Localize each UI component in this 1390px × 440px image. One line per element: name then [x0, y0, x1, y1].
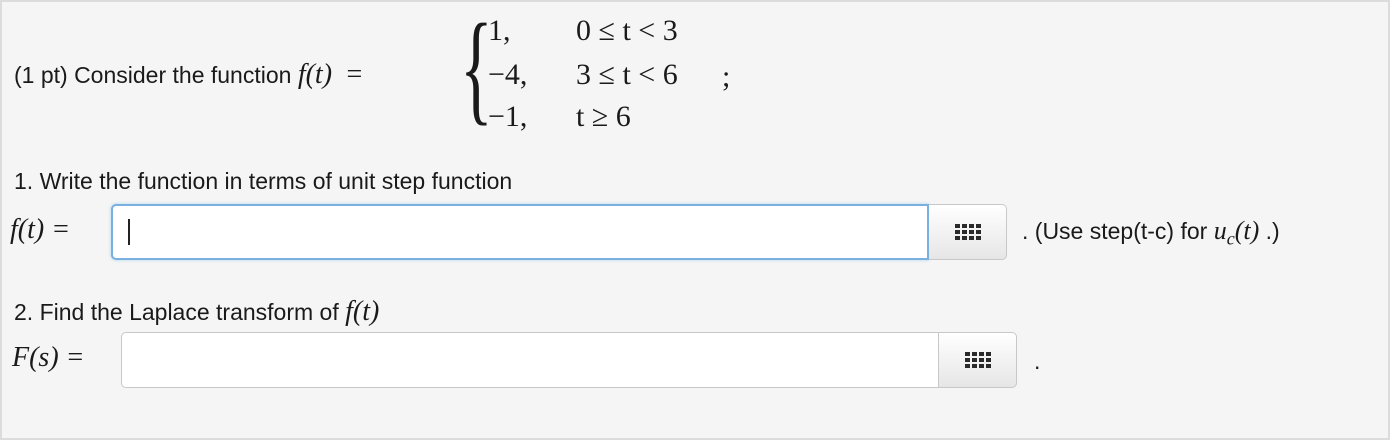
case-condition: t ≥ 6 — [576, 100, 631, 133]
hint-step-subscript: c — [1226, 228, 1235, 249]
problem-statement: (1 pt) Consider the function f(t) = — [14, 58, 374, 92]
answer-1-label: f(t) = — [10, 214, 71, 245]
case-value: 1, — [488, 14, 511, 47]
question-2-text: 2. Find the Laplace transform of — [14, 299, 339, 325]
text-caret — [128, 219, 130, 245]
grid-icon — [964, 352, 991, 368]
question-1-prompt: 1. Write the function in terms of unit s… — [14, 168, 513, 194]
answer-2-label: F(s) = — [12, 342, 85, 373]
function-label: f(t) — [297, 59, 333, 90]
answer-1-hint: . (Use step(t-c) for uc(t) .) — [1022, 216, 1280, 250]
answer-2-group — [121, 332, 1017, 388]
answer-1-group — [111, 204, 1007, 260]
hint-suffix: .) — [1265, 218, 1280, 244]
grid-icon — [954, 224, 981, 240]
answer-2-trailing-period: . — [1034, 348, 1041, 374]
answer-1-palette-button[interactable] — [929, 204, 1007, 260]
case-condition: 3 ≤ t < 6 — [576, 58, 678, 91]
answer-2-input[interactable] — [121, 332, 939, 388]
hint-step-arg: (t) — [1234, 216, 1260, 245]
cases-semicolon: ; — [722, 60, 731, 93]
case-value: −4, — [488, 58, 528, 91]
case-condition: 0 ≤ t < 3 — [576, 14, 678, 47]
problem-intro: (1 pt) Consider the function — [14, 62, 292, 88]
answer-2-palette-button[interactable] — [939, 332, 1017, 388]
case-value: −1, — [488, 100, 528, 133]
question-2-prompt: 2. Find the Laplace transform of f(t) — [14, 296, 379, 328]
hint-step-symbol: u — [1213, 216, 1227, 245]
answer-1-input[interactable] — [111, 204, 929, 260]
equals-sign: = — [346, 59, 363, 90]
question-2-function: f(t) — [345, 296, 380, 327]
hint-prefix: . (Use step(t-c) for — [1022, 218, 1208, 244]
